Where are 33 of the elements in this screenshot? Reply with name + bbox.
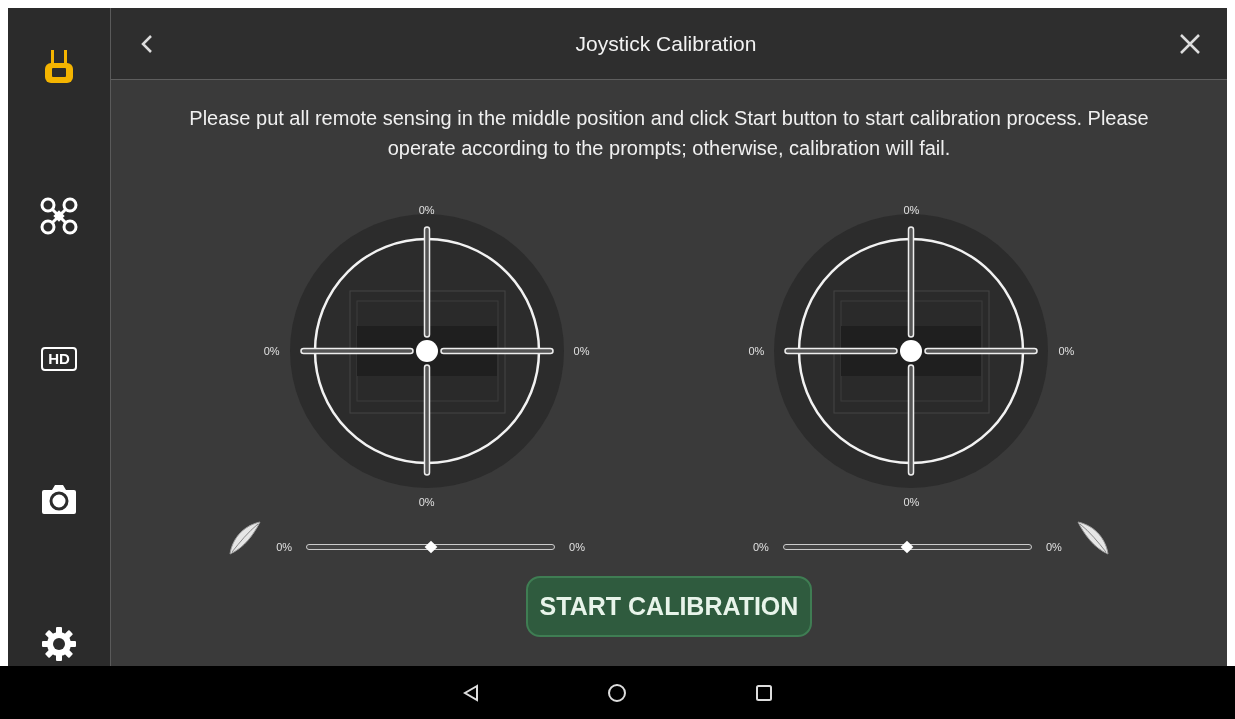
axis-percent-label: 0% — [263, 345, 280, 357]
slider-thumb[interactable] — [901, 540, 914, 554]
close-button[interactable] — [1179, 32, 1201, 55]
slider-max-label: 0% — [1045, 541, 1062, 553]
slider-thumb[interactable] — [424, 540, 437, 554]
home-nav-button[interactable] — [606, 682, 627, 703]
home-circle-icon — [606, 682, 627, 703]
slider-max-label: 0% — [569, 541, 585, 553]
drone-icon — [39, 195, 79, 236]
axis-percent-label: 0% — [418, 203, 435, 217]
feather-icon — [228, 520, 263, 556]
axis-percent-label: 0% — [748, 345, 765, 357]
back-chevron-icon — [141, 33, 153, 54]
axis-percent-label: 0% — [418, 496, 435, 508]
close-icon — [1179, 32, 1201, 55]
feather-icon — [1075, 520, 1110, 556]
axis-percent-label: 0% — [1058, 345, 1075, 357]
slider-min-label: 0% — [753, 541, 769, 553]
back-nav-button[interactable] — [462, 683, 479, 702]
axis-percent-label: 0% — [903, 203, 920, 217]
recents-square-icon — [754, 683, 773, 702]
remote-controller-icon — [44, 50, 74, 84]
start-calibration-button[interactable]: START CALIBRATION — [525, 576, 813, 637]
axis-percent-label: 0% — [573, 345, 590, 357]
settings-icon — [41, 626, 77, 662]
axis-percent-label: 0% — [903, 496, 920, 508]
window-title: Joystick Calibration — [575, 31, 757, 56]
recents-nav-button[interactable] — [754, 683, 773, 702]
back-button[interactable] — [141, 33, 153, 54]
slider-min-label: 0% — [276, 541, 293, 553]
camera-icon — [41, 482, 77, 515]
instruction-text: Please put all remote sensing in the middle position and click Start button to start calibration process. Please operate according to the prompts; otherwise, calibration will fail. — [188, 106, 1150, 161]
back-triangle-icon — [462, 683, 479, 702]
